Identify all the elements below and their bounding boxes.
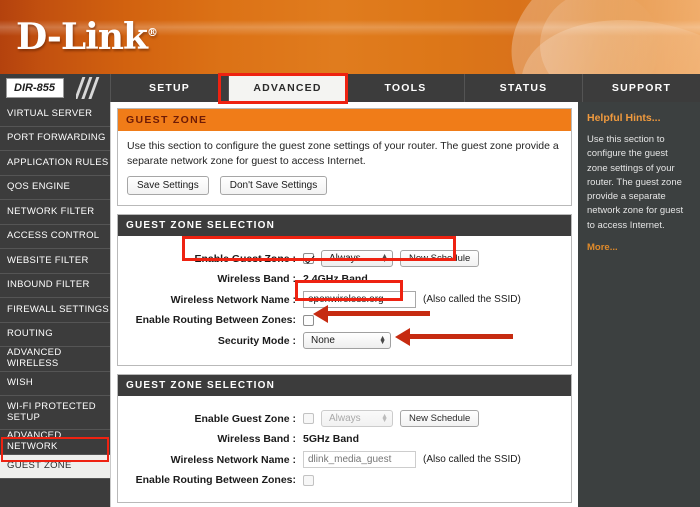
value-wireless-band-24ghz: 2.4GHz Band [303,273,368,286]
page-description: Use this section to configure the guest … [127,140,559,168]
label-routing-24ghz: Enable Routing Between Zones: [135,314,296,327]
sidebar-item-routing[interactable]: ROUTING [0,322,110,347]
save-settings-button[interactable]: Save Settings [127,176,209,196]
sidebar-item-virtual-server[interactable]: VIRTUAL SERVER [0,102,110,127]
row-ssid-24ghz: Wireless Network Name : (Also called the… [127,291,562,309]
sidebar-item-port-forwarding[interactable]: PORT FORWARDING [0,126,110,151]
page-title: GUEST ZONE [118,109,571,131]
model-name: DIR-855 [6,78,64,98]
sidebar-menu: VIRTUAL SERVER PORT FORWARDING APPLICATI… [0,102,110,507]
hints-title: Helpful Hints... [587,112,661,124]
label-wireless-band-5ghz: Wireless Band : [217,433,296,446]
spinner-arrows-icon: ▲ ▼ [379,334,386,346]
sidebar-item-qos-engine[interactable]: QOS ENGINE [0,175,110,200]
tab-advanced[interactable]: ADVANCED [228,74,346,102]
dlink-logo: D-Link® [16,16,158,58]
panel-title-5ghz: GUEST ZONE SELECTION [118,375,571,397]
spinner-arrows-icon: ▲ ▼ [381,412,388,424]
sidebar-item-firewall-settings[interactable]: FIREWALL SETTINGS [0,298,110,323]
page-body: VIRTUAL SERVER PORT FORWARDING APPLICATI… [0,102,700,507]
schedule-select-value-5ghz: Always [329,413,361,425]
sidebar-item-network-filter[interactable]: NETWORK FILTER [0,200,110,225]
spinner-arrows-icon: ▲ ▼ [381,252,388,264]
checkbox-routing-24ghz[interactable] [303,314,314,326]
label-security-mode-24ghz: Security Mode : [217,334,296,347]
schedule-select-24ghz[interactable]: Always ▲ ▼ [321,250,393,268]
row-routing-5ghz: Enable Routing Between Zones: [127,474,562,486]
hints-text: Use this section to configure the guest … [587,134,684,231]
schedule-select-5ghz: Always ▲ ▼ [321,410,393,428]
hints-more-link[interactable]: More... [587,242,691,253]
row-security-mode-24ghz: Security Mode : None ▲ ▼ [127,332,562,350]
row-wireless-band-24ghz: Wireless Band : 2.4GHz Band [127,273,562,285]
checkbox-enable-guest-zone-5ghz[interactable] [303,413,314,425]
model-badge: DIR-855 [0,74,110,102]
tab-setup[interactable]: SETUP [110,74,228,102]
row-enable-guest-zone-24ghz: Enable Guest Zone : Always ▲ ▼ New Schedu… [127,250,562,268]
sidebar-item-website-filter[interactable]: WEBSITE FILTER [0,249,110,274]
guest-zone-selection-24ghz-panel: GUEST ZONE SELECTION Enable Guest Zone :… [117,214,572,367]
label-ssid-5ghz: Wireless Network Name : [170,453,296,466]
nav-tabs: SETUP ADVANCED TOOLS STATUS SUPPORT [110,74,700,102]
main-content: GUEST ZONE Use this section to configure… [110,102,578,507]
row-enable-guest-zone-5ghz: Enable Guest Zone : Always ▲ ▼ New Schedu… [127,410,562,428]
value-wireless-band-5ghz: 5GHz Band [303,433,360,446]
panel-title-24ghz: GUEST ZONE SELECTION [118,215,571,237]
ssid-input-5ghz[interactable] [303,451,416,469]
row-routing-24ghz: Enable Routing Between Zones: [127,314,562,326]
helpful-hints-panel: Helpful Hints... Use this section to con… [578,102,700,507]
tab-status[interactable]: STATUS [464,74,582,102]
label-enable-guest-zone-24ghz: Enable Guest Zone : [194,252,296,265]
masthead-banner: D-Link® [0,0,700,74]
label-ssid-24ghz: Wireless Network Name : [170,293,296,306]
guest-zone-selection-5ghz-panel: GUEST ZONE SELECTION Enable Guest Zone :… [117,374,572,504]
guest-zone-intro-panel: GUEST ZONE Use this section to configure… [117,108,572,207]
label-wireless-band-24ghz: Wireless Band : [217,273,296,286]
schedule-select-value-24ghz: Always [329,253,361,265]
label-routing-5ghz: Enable Routing Between Zones: [135,474,296,487]
registered-mark: ® [146,26,158,39]
top-navigation-bar: DIR-855 SETUP ADVANCED TOOLS STATUS SUPP… [0,74,700,102]
sidebar-item-advanced-wireless[interactable]: ADVANCED WIRELESS [0,347,110,372]
sidebar-item-advanced-network[interactable]: ADVANCED NETWORK [0,430,110,455]
slash-decoration-icon [76,77,106,99]
new-schedule-button-5ghz[interactable]: New Schedule [400,410,480,428]
checkbox-routing-5ghz[interactable] [303,474,314,486]
masthead-swoosh-3 [540,0,660,74]
ssid-note-24ghz: (Also called the SSID) [423,294,521,306]
sidebar-item-application-rules[interactable]: APPLICATION RULES [0,151,110,176]
tab-support[interactable]: SUPPORT [582,74,700,102]
row-ssid-5ghz: Wireless Network Name : (Also called the… [127,451,562,469]
label-enable-guest-zone-5ghz: Enable Guest Zone : [194,412,296,425]
dont-save-settings-button[interactable]: Don't Save Settings [219,176,328,196]
tab-tools[interactable]: TOOLS [346,74,464,102]
sidebar-item-wish[interactable]: WISH [0,371,110,396]
router-admin-page: D-Link® DIR-855 SETUP ADVANCED TOOLS STA… [0,0,700,507]
sidebar-item-inbound-filter[interactable]: INBOUND FILTER [0,273,110,298]
action-button-row: Save Settings Don't Save Settings [127,176,562,196]
sidebar-item-guest-zone[interactable]: GUEST ZONE [0,454,110,479]
ssid-input-24ghz[interactable] [303,291,416,309]
ssid-note-5ghz: (Also called the SSID) [423,454,521,466]
security-mode-value-24ghz: None [311,335,335,347]
sidebar-item-wifi-protected-setup[interactable]: WI-FI PROTECTED SETUP [0,396,110,430]
checkbox-enable-guest-zone-24ghz[interactable] [303,253,314,265]
new-schedule-button-24ghz[interactable]: New Schedule [400,250,480,268]
row-wireless-band-5ghz: Wireless Band : 5GHz Band [127,433,562,445]
sidebar-item-access-control[interactable]: ACCESS CONTROL [0,224,110,249]
brand-name: D-Link [16,16,148,58]
security-mode-select-24ghz[interactable]: None ▲ ▼ [303,332,391,350]
